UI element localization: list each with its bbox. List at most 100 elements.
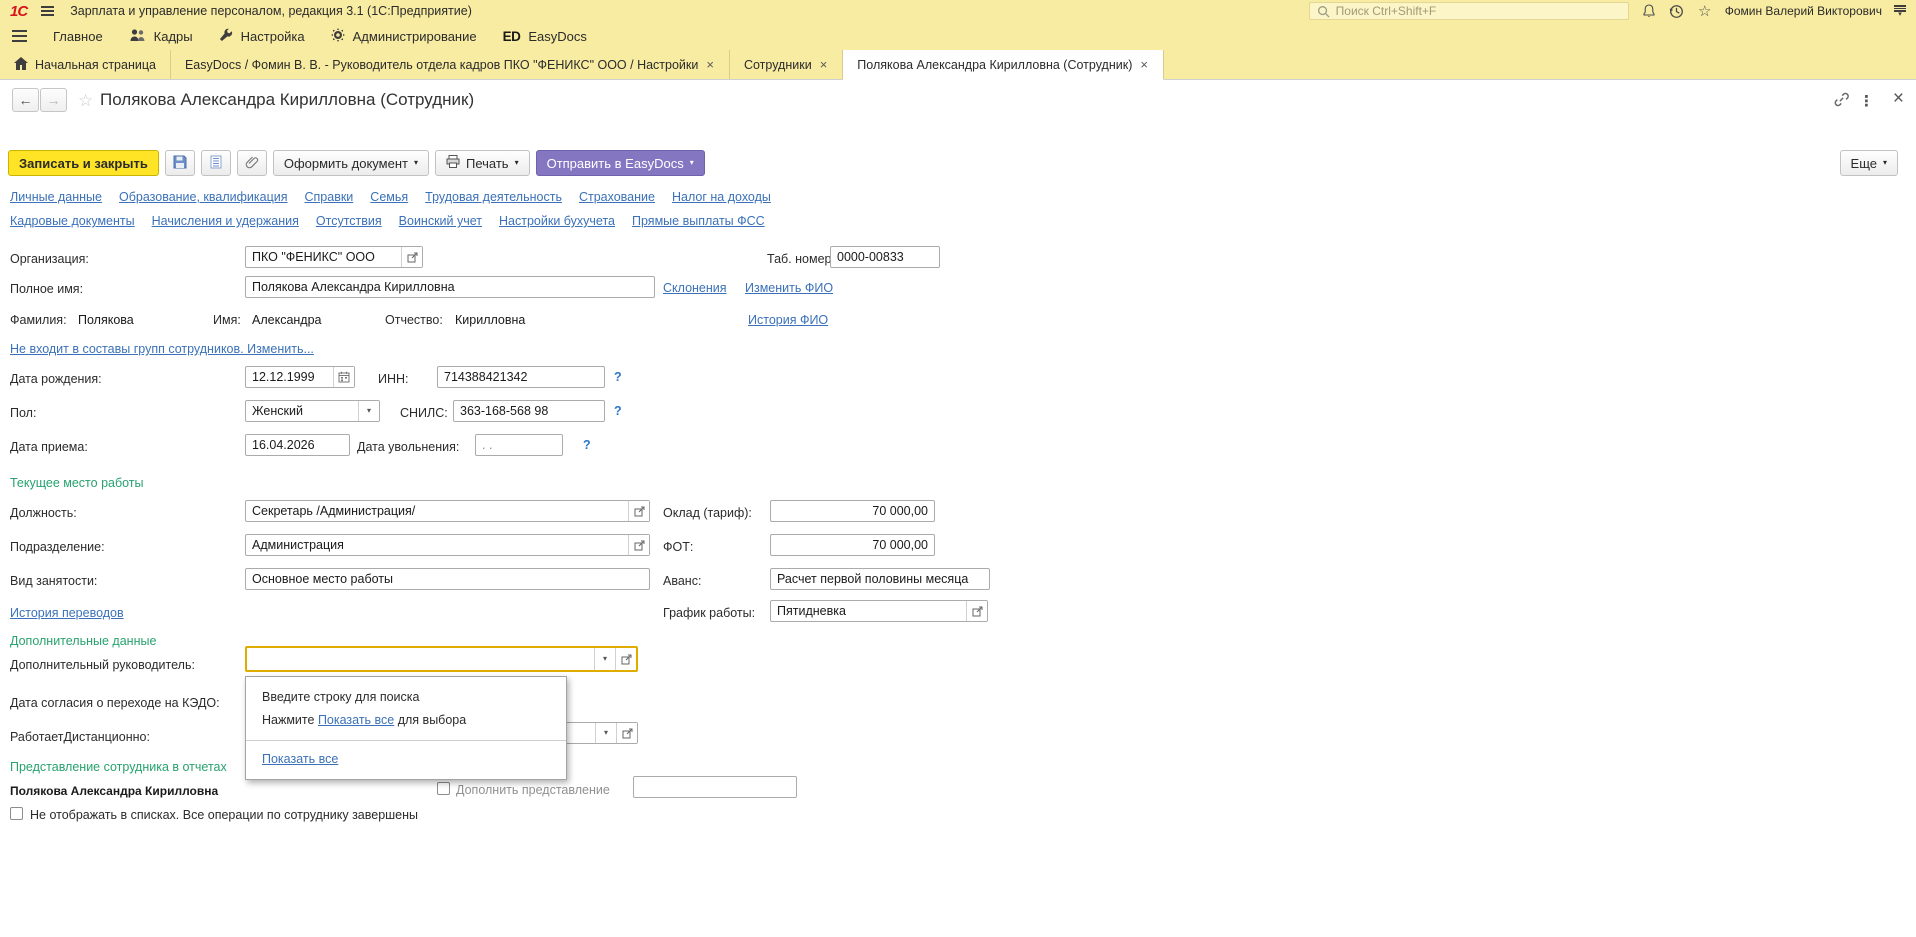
close-icon[interactable]: × [705,58,715,71]
inn-label: ИНН: [378,372,409,386]
fot-field[interactable]: 70 000,00 [770,534,935,556]
tab-employee-card[interactable]: Полякова Александра Кирилловна (Сотрудни… [843,50,1164,80]
link-fss-payments[interactable]: Прямые выплаты ФСС [632,214,765,228]
tab-easydocs-settings[interactable]: EasyDocs / Фомин В. В. - Руководитель от… [171,50,730,79]
additional-manager-field[interactable]: ▾ [245,646,638,672]
employment-label: Вид занятости: [10,574,97,588]
tab-number-field[interactable]: 0000-00833 [830,246,940,268]
link-income-tax[interactable]: Налог на доходы [672,190,771,204]
documents-list-button[interactable] [201,150,231,176]
main-menu-icon[interactable] [41,6,54,16]
sections-menu-icon[interactable] [12,30,27,42]
menu-item-administration[interactable]: Администрирование [331,28,477,45]
schedule-value: Пятидневка [771,601,966,621]
full-name-field[interactable]: Полякова Александра Кирилловна [245,276,655,298]
tab-home[interactable]: Начальная страница [0,50,171,79]
gender-value: Женский [246,401,358,421]
save-button[interactable] [165,150,195,176]
attachments-button[interactable] [237,150,267,176]
link-insurance[interactable]: Страхование [579,190,655,204]
supplement-representation-input[interactable] [633,776,797,798]
open-icon[interactable] [628,535,649,555]
change-fio-link[interactable]: Изменить ФИО [745,281,833,295]
open-icon[interactable] [615,648,636,670]
hire-date-field[interactable]: 16.04.2026 [245,434,350,456]
link-certificates[interactable]: Справки [305,190,354,204]
link-personal-data[interactable]: Личные данные [10,190,102,204]
chevron-down-icon[interactable]: ▾ [594,648,615,670]
popup-inline-show-all-link[interactable]: Показать все [318,713,394,727]
close-icon[interactable]: × [1139,58,1149,71]
more-options-kebab-icon[interactable]: ⋮ [1859,92,1874,110]
notifications-bell-icon[interactable] [1641,3,1657,19]
dismiss-help-icon[interactable]: ? [583,438,591,452]
link-family[interactable]: Семья [370,190,408,204]
link-military[interactable]: Воинский учет [399,214,482,228]
open-icon[interactable] [616,723,637,743]
calendar-icon[interactable] [333,367,354,387]
tab-employees[interactable]: Сотрудники × [730,50,843,79]
open-icon[interactable] [966,601,987,621]
firstname-label: Имя: [213,313,241,327]
birth-date-field[interactable]: 12.12.1999 [245,366,355,388]
additional-manager-label: Дополнительный руководитель: [10,658,195,672]
dismiss-date-field[interactable]: . . [475,434,563,456]
send-to-easydocs-button[interactable]: Отправить в EasyDocs ▾ [536,150,705,176]
link-accounting-settings[interactable]: Настройки бухучета [499,214,615,228]
forward-button[interactable]: → [40,88,67,112]
menu-item-main[interactable]: Главное [53,29,103,44]
close-icon[interactable]: × [819,58,829,71]
history-icon[interactable] [1669,3,1685,19]
advance-field[interactable]: Расчет первой половины месяца [770,568,990,590]
hide-in-lists-checkbox[interactable] [10,807,23,820]
link-education[interactable]: Образование, квалификация [119,190,288,204]
declensions-link[interactable]: Склонения [663,281,727,295]
current-user-name[interactable]: Фомин Валерий Викторович [1725,4,1882,18]
search-dropdown-popup: Введите строку для поиска Нажмите Показа… [245,676,567,780]
position-field[interactable]: Секретарь /Администрация/ [245,500,650,522]
open-icon[interactable] [628,501,649,521]
link-absences[interactable]: Отсутствия [316,214,382,228]
user-menu-icon[interactable]: ▾ [1894,5,1906,17]
more-button[interactable]: Еще ▾ [1840,150,1898,176]
save-and-close-button[interactable]: Записать и закрыть [8,150,159,176]
chevron-down-icon[interactable]: ▾ [358,401,379,421]
favorite-star-icon[interactable]: ☆ [78,91,93,111]
open-icon[interactable] [401,247,422,267]
window-header: ← → ☆ Полякова Александра Кирилловна (Со… [0,88,1916,116]
link-work-activity[interactable]: Трудовая деятельность [425,190,562,204]
print-button[interactable]: Печать ▾ [435,150,530,176]
create-document-button[interactable]: Оформить документ ▾ [273,150,429,176]
salary-field[interactable]: 70 000,00 [770,500,935,522]
snils-field[interactable]: 363-168-568 98 [453,400,605,422]
global-search[interactable] [1309,2,1629,20]
hide-in-lists-label: Не отображать в списках. Все операции по… [30,808,418,822]
link-hr-documents[interactable]: Кадровые документы [10,214,135,228]
department-field[interactable]: Администрация [245,534,650,556]
show-all-link[interactable]: Показать все [262,752,338,766]
org-field[interactable]: ПКО "ФЕНИКС" ООО [245,246,423,268]
menu-item-main-label: Главное [53,29,103,44]
get-link-icon[interactable] [1833,91,1850,111]
menu-item-settings[interactable]: Настройка [219,28,305,45]
transfers-history-link[interactable]: История переводов [10,606,124,620]
favorites-star-icon[interactable]: ☆ [1697,3,1713,19]
menu-item-easydocs[interactable]: ED EasyDocs [503,29,587,44]
inn-help-icon[interactable]: ? [614,370,622,384]
chevron-down-icon[interactable]: ▾ [595,723,616,743]
link-accruals[interactable]: Начисления и удержания [152,214,299,228]
section-current-job: Текущее место работы [10,476,144,490]
schedule-field[interactable]: Пятидневка [770,600,988,622]
back-button[interactable]: ← [12,88,39,112]
fio-history-link[interactable]: История ФИО [748,313,828,327]
inn-field[interactable]: 714388421342 [437,366,605,388]
menu-item-hr[interactable]: Кадры [129,28,193,45]
gender-select[interactable]: Женский ▾ [245,400,380,422]
birth-date-value: 12.12.1999 [246,367,333,387]
employee-groups-link[interactable]: Не входит в составы групп сотрудников. И… [10,342,314,356]
window-close-icon[interactable]: × [1893,88,1904,110]
employment-field[interactable]: Основное место работы [245,568,650,590]
supplement-representation-checkbox[interactable] [437,782,450,795]
snils-help-icon[interactable]: ? [614,404,622,418]
search-input[interactable] [1336,4,1622,18]
